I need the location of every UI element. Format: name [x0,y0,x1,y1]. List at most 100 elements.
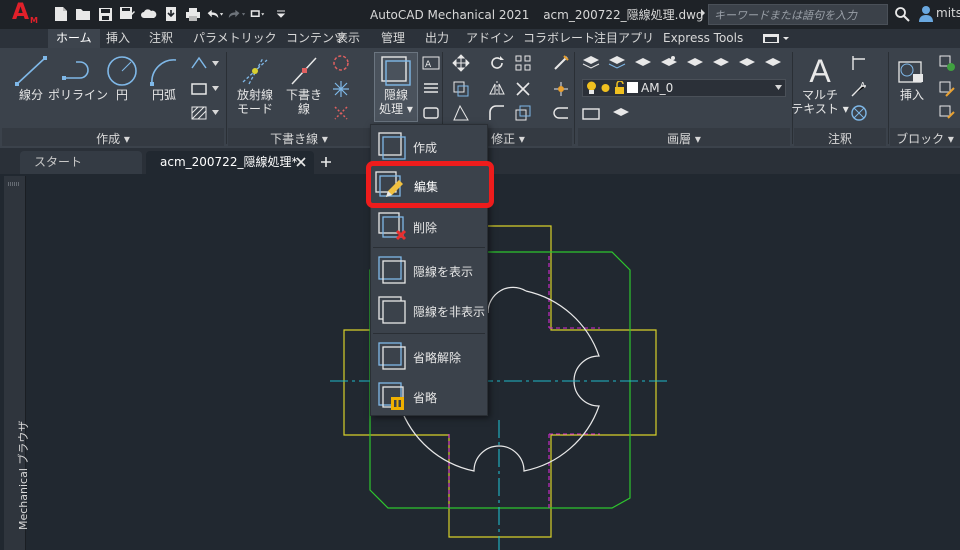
app-menu-button[interactable]: A M [10,0,40,28]
chevron-down-icon[interactable] [212,86,219,91]
tab-home[interactable]: ホーム [48,29,100,48]
mtext-tool[interactable]: A マルチ テキスト ▾ [791,54,848,116]
redo-button[interactable] [228,5,246,23]
insert-block-tool[interactable]: 挿入 [894,56,930,102]
plot-button[interactable] [184,5,202,23]
edit-block-icon[interactable] [938,80,956,98]
trim-icon[interactable] [514,80,532,98]
leader-icon[interactable]: A [850,80,868,98]
rectangle-icon[interactable] [190,80,208,98]
close-icon[interactable] [296,157,306,167]
table-icon[interactable] [850,104,868,122]
menu-item-edit[interactable]: 編集 [366,161,494,208]
hide-create-icon [378,132,406,160]
menu-item-suppress[interactable]: 省略 [371,377,487,415]
search-input[interactable]: キーワードまたは語句を入力 [708,4,888,25]
new-button[interactable] [52,5,70,23]
construction-panel-title[interactable]: 下書き線 ▾ [228,130,370,146]
menu-item-create[interactable]: 作成 [371,127,487,165]
erase-icon[interactable] [552,54,570,72]
snap-cross-icon[interactable] [332,104,350,122]
snap-circle-icon[interactable] [332,54,350,72]
user-name[interactable]: mits [936,6,960,20]
text-list-icon[interactable] [422,80,440,98]
tab-featured-apps[interactable]: 注目アプリ [594,29,654,48]
palette-grip-icon[interactable] [8,182,20,186]
layer-state-icon[interactable] [608,54,626,72]
insert-block-icon [898,61,923,83]
menu-item-unsuppress[interactable]: 省略解除 [371,337,487,375]
text-edit-icon[interactable] [422,104,440,122]
menu-item-delete[interactable]: 削除 [371,207,487,245]
tab-start[interactable]: スタート [20,151,142,174]
unsuppress-icon [378,342,406,370]
layer-off-icon[interactable] [686,54,704,72]
dimension-icon[interactable] [850,54,868,72]
copy-icon[interactable] [452,80,470,98]
create-block-icon[interactable] [938,54,956,72]
layer-walk-icon[interactable] [612,104,630,122]
make-current-icon[interactable] [582,104,600,122]
hide-tool-button[interactable]: 隠線 処理 ▾ [376,54,416,116]
ribbon-minimize-icon[interactable] [762,32,790,45]
tab-drawing-file[interactable]: acm_200722_隠線処理* [146,151,314,174]
move-icon[interactable] [452,54,470,72]
polyline-tool[interactable]: ポリライン [48,54,108,102]
menu-item-hide-hidden[interactable]: 隠線を非表示 [371,291,487,329]
explode-icon[interactable] [552,80,570,98]
array-icon[interactable] [514,54,532,72]
tab-insert[interactable]: 挿入 [106,29,130,48]
layer-dropdown[interactable]: AM_0 [582,79,786,97]
tab-addins[interactable]: アドイン [466,29,514,48]
search-icon[interactable] [894,6,910,22]
layer-freeze-icon[interactable] [712,54,730,72]
hatch-polyline-icon[interactable] [190,54,208,72]
offset-icon[interactable] [552,104,570,122]
save-as-button[interactable] [118,5,136,23]
draw-panel-title[interactable]: 作成 ▾ [2,130,224,146]
circle-tool[interactable]: 円 [104,54,140,102]
save-button[interactable] [96,5,114,23]
block-attribute-icon[interactable] [938,104,956,122]
share-button[interactable] [250,5,268,23]
scale-icon[interactable] [514,104,532,122]
layer-lock-icon[interactable] [738,54,756,72]
open-button[interactable] [74,5,92,23]
annotation-panel-title[interactable]: 注釈 [794,130,886,146]
fillet-icon[interactable] [488,104,506,122]
tab-output[interactable]: 出力 [425,29,449,48]
plus-icon[interactable] [320,156,332,168]
hatch-icon[interactable] [190,104,208,122]
cloud-open-button[interactable] [140,5,158,23]
draft-line-tool[interactable]: 下書き線 [282,54,326,116]
snap-star-icon[interactable] [332,80,350,98]
layer-color-swatch [627,82,638,93]
menu-item-show-hidden[interactable]: 隠線を表示 [371,251,487,289]
radial-mode-tool[interactable]: 放射線 モード [232,54,278,116]
tab-manage[interactable]: 管理 [381,29,405,48]
layer-properties-icon[interactable] [582,54,600,72]
chevron-down-icon[interactable] [212,61,219,66]
tab-parametric[interactable]: パラメトリック [193,29,277,48]
cloud-save-button[interactable] [162,5,180,23]
tab-express-tools[interactable]: Express Tools [663,29,743,48]
layer-match-icon[interactable] [634,54,652,72]
layer-iso-icon[interactable] [660,54,678,72]
arc-tool[interactable]: 円弧 [146,54,182,102]
tab-annotate[interactable]: 注釈 [149,29,173,48]
layer-panel-title[interactable]: 画層 ▾ [578,130,790,146]
line-tool[interactable]: 線分 [12,54,50,102]
layer-unlock-icon[interactable] [764,54,782,72]
mirror-icon[interactable] [488,80,506,98]
user-icon[interactable] [918,5,934,23]
tab-view[interactable]: 表示 [336,29,360,48]
chevron-right-icon[interactable] [700,8,706,18]
chevron-down-icon[interactable] [212,110,219,115]
text-align-icon[interactable]: A [422,54,440,72]
stretch-icon[interactable] [452,104,470,122]
qat-customize-button[interactable] [272,5,290,23]
rotate-icon[interactable] [488,54,506,72]
block-panel-title[interactable]: ブロック ▾ [890,130,960,146]
tab-collaborate[interactable]: コラボレート [523,29,595,48]
undo-button[interactable] [206,5,224,23]
